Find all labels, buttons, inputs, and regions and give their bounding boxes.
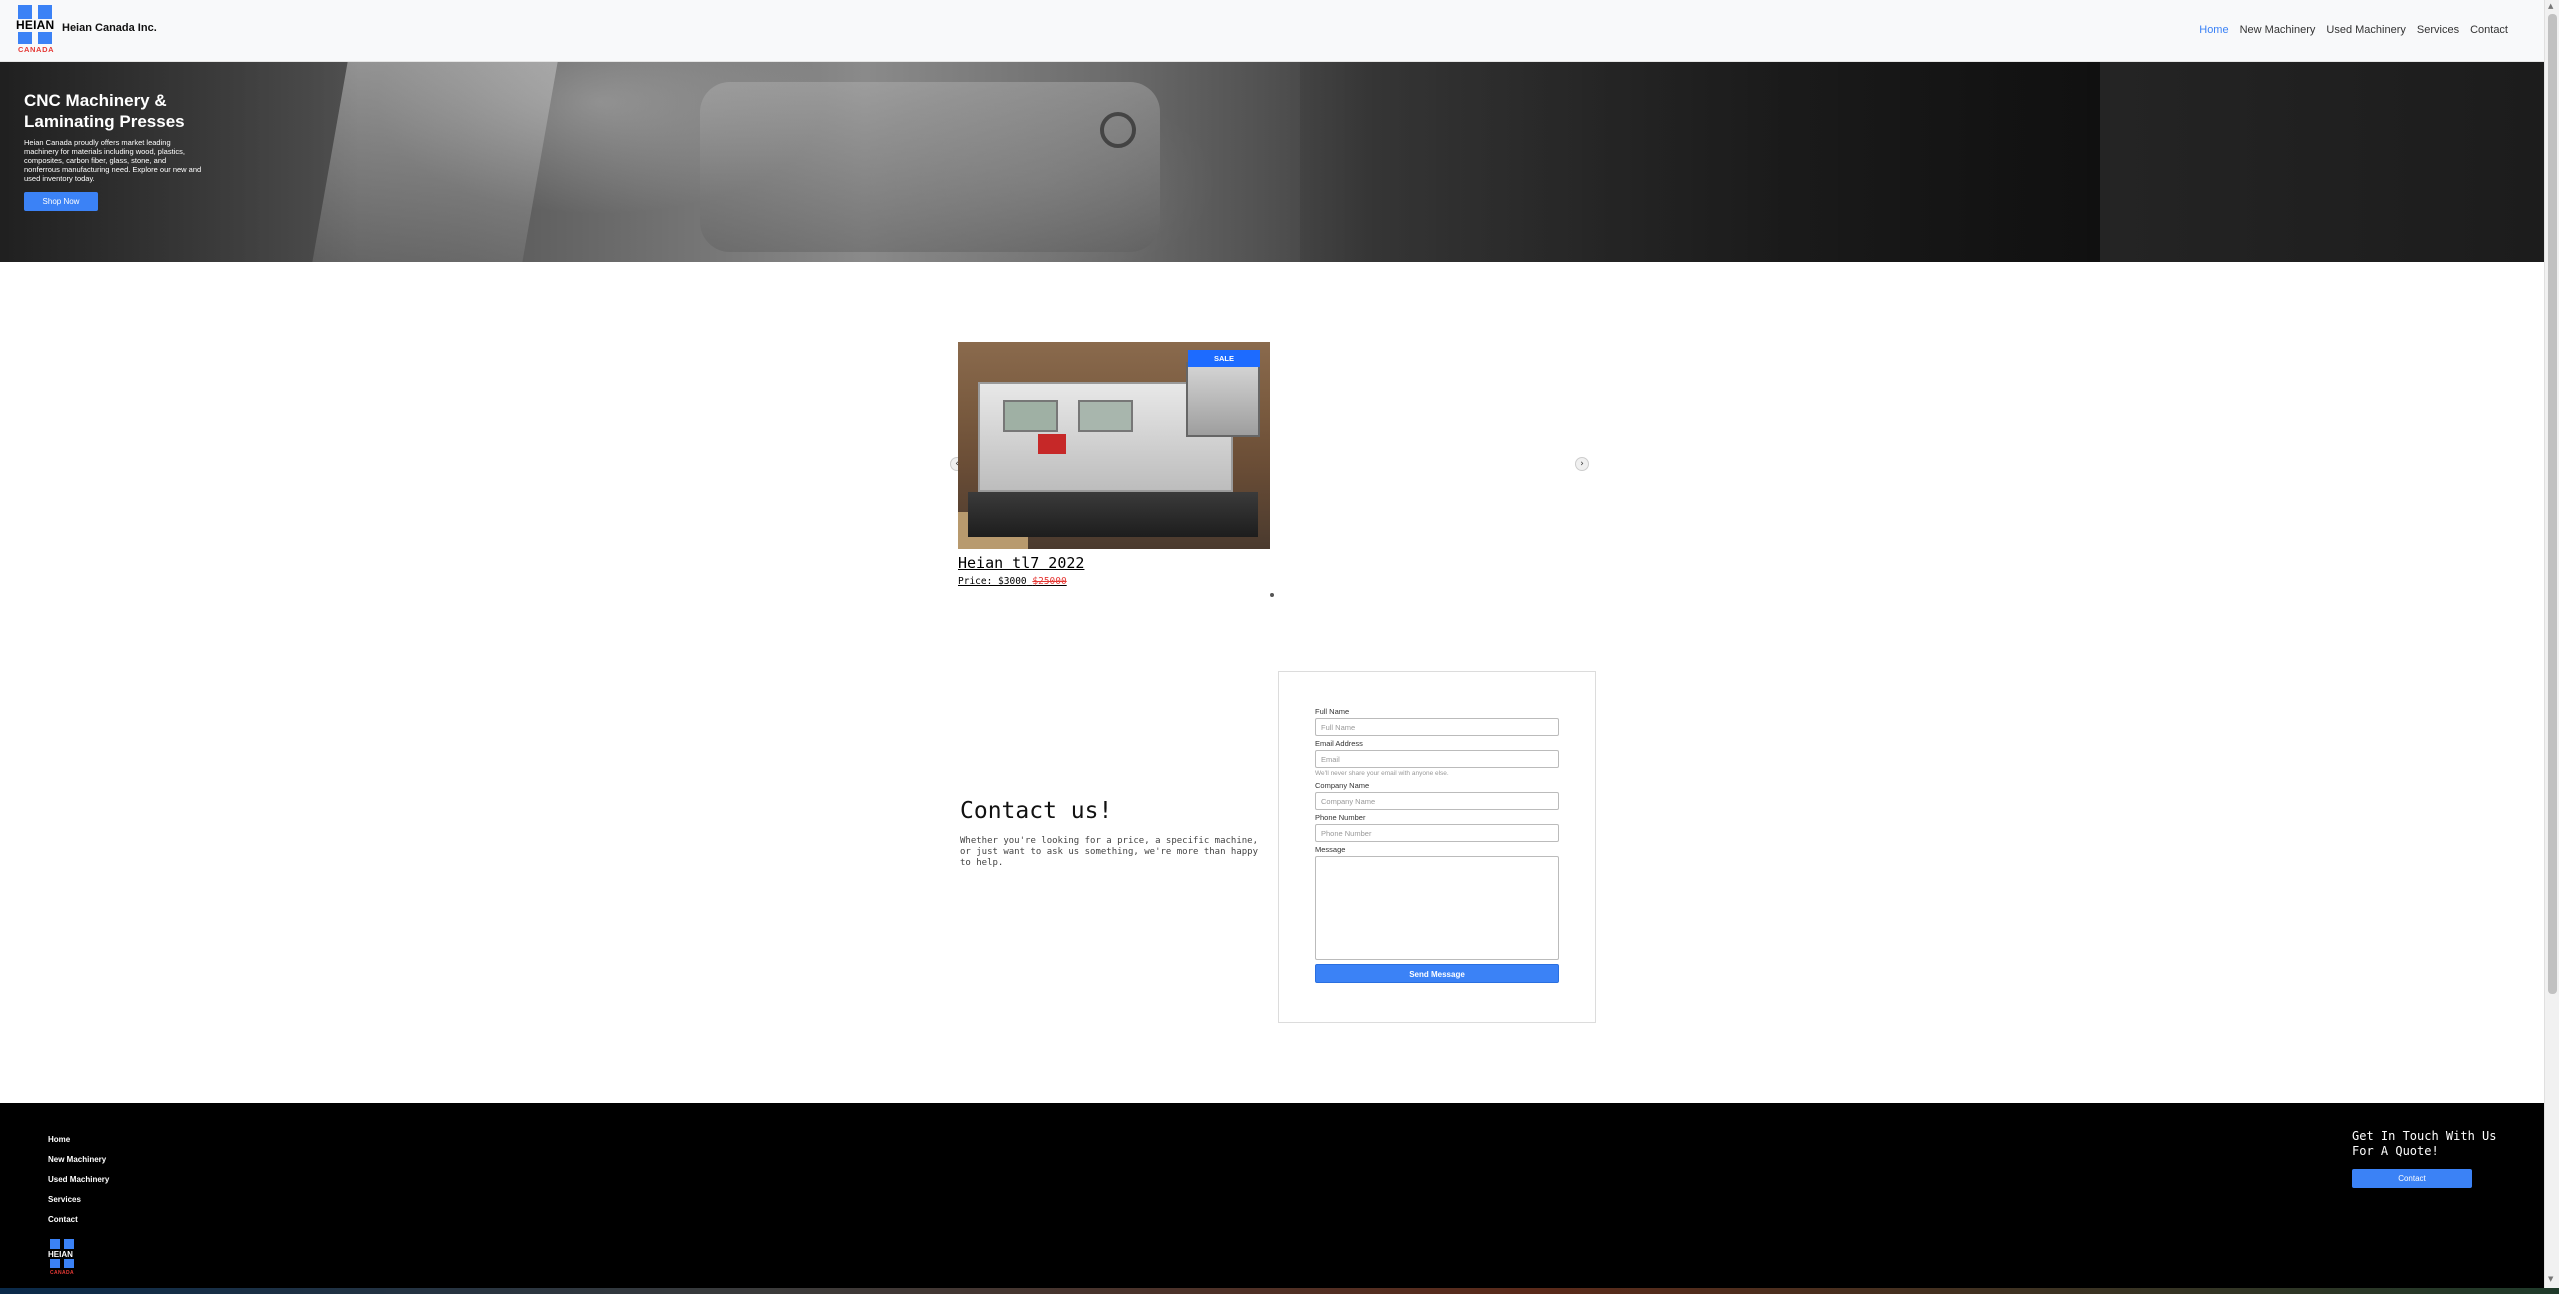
page-scrollbar[interactable]: ▲ ▼: [2544, 0, 2559, 1288]
footer-link-contact[interactable]: Contact: [48, 1215, 109, 1235]
brand-link[interactable]: HEIAN CANADA Heian Canada Inc.: [16, 5, 157, 55]
scroll-thumb[interactable]: [2548, 14, 2557, 994]
carousel-next-icon[interactable]: ›: [1575, 457, 1589, 471]
scroll-down-icon[interactable]: ▼: [2548, 1275, 2553, 1283]
footer-logo-word: HEIAN: [48, 1250, 73, 1259]
message-textarea[interactable]: [1315, 856, 1559, 960]
nav-services[interactable]: Services: [2417, 24, 2459, 36]
product-card[interactable]: SALE Heian tl7 2022 Price: $3000 $25000: [958, 342, 1270, 587]
footer-link-used-machinery[interactable]: Used Machinery: [48, 1175, 109, 1195]
product-title[interactable]: Heian tl7 2022: [958, 554, 1270, 572]
hero-banner: CNC Machinery & Laminating Presses Heian…: [0, 62, 2544, 262]
message-label: Message: [1315, 845, 1346, 854]
contact-intro: Contact us! Whether you're looking for a…: [960, 798, 1260, 869]
phone-input[interactable]: Phone Number: [1315, 824, 1559, 842]
sale-badge: SALE: [1188, 350, 1260, 367]
hero-machine-shape: [700, 82, 1160, 252]
old-price: $25000: [1032, 576, 1067, 587]
current-price: Price: $3000: [958, 576, 1027, 587]
product-photo[interactable]: SALE: [958, 342, 1270, 549]
footer-contact-button[interactable]: Contact: [2352, 1169, 2472, 1188]
company-label: Company Name: [1315, 781, 1370, 790]
full-name-label: Full Name: [1315, 707, 1350, 716]
logo-word: HEIAN: [16, 18, 55, 32]
carousel-indicator[interactable]: [1270, 593, 1274, 597]
nav-home[interactable]: Home: [2199, 24, 2228, 36]
send-message-button[interactable]: Send Message: [1315, 964, 1559, 983]
contact-text: Whether you're looking for a price, a sp…: [960, 836, 1259, 868]
email-help-text: We'll never share your email with anyone…: [1315, 770, 1449, 777]
taskbar-strip: [0, 1288, 2559, 1294]
scroll-up-icon[interactable]: ▲: [2548, 2, 2553, 10]
nav-new-machinery[interactable]: New Machinery: [2240, 24, 2316, 36]
hero-shadow: [1300, 62, 2100, 262]
footer-links: Home New Machinery Used Machinery Servic…: [48, 1135, 109, 1235]
email-label: Email Address: [1315, 739, 1363, 748]
full-name-input[interactable]: Full Name: [1315, 718, 1559, 736]
brand-name: Heian Canada Inc.: [62, 22, 157, 34]
contact-form: Full Name Full Name Email Address Email …: [1278, 671, 1596, 1023]
quote-section: Get In Touch With Us For A Quote! Contac…: [2352, 1129, 2502, 1188]
footer-logo[interactable]: HEIAN CANADA: [48, 1239, 80, 1277]
shop-now-button[interactable]: Shop Now: [24, 192, 98, 211]
product-carousel: ‹ SALE Heian tl7 2022 Price: $3000 $2500…: [950, 342, 1600, 602]
hero-text: CNC Machinery & Laminating Presses Heian…: [24, 90, 204, 211]
heian-logo: HEIAN CANADA: [16, 5, 56, 55]
nav-links: Home New Machinery Used Machinery Servic…: [2199, 24, 2508, 36]
footer-logo-sub: CANADA: [50, 1270, 75, 1276]
product-price: Price: $3000 $25000: [958, 576, 1270, 587]
hero-title: CNC Machinery & Laminating Presses: [24, 91, 185, 131]
quote-heading: Get In Touch With Us For A Quote!: [2352, 1129, 2497, 1158]
nav-contact[interactable]: Contact: [2470, 24, 2508, 36]
hero-description: Heian Canada proudly offers market leadi…: [24, 138, 202, 183]
footer-link-home[interactable]: Home: [48, 1135, 109, 1155]
top-navbar: HEIAN CANADA Heian Canada Inc. Home New …: [0, 0, 2544, 62]
contact-heading: Contact us!: [960, 798, 1113, 824]
site-footer: Home New Machinery Used Machinery Servic…: [0, 1103, 2544, 1288]
company-input[interactable]: Company Name: [1315, 792, 1559, 810]
logo-sub: CANADA: [18, 45, 55, 54]
hero-machine-shape: [1100, 112, 1136, 148]
nav-used-machinery[interactable]: Used Machinery: [2326, 24, 2405, 36]
phone-label: Phone Number: [1315, 813, 1366, 822]
footer-link-services[interactable]: Services: [48, 1195, 109, 1215]
email-input[interactable]: Email: [1315, 750, 1559, 768]
footer-link-new-machinery[interactable]: New Machinery: [48, 1155, 109, 1175]
